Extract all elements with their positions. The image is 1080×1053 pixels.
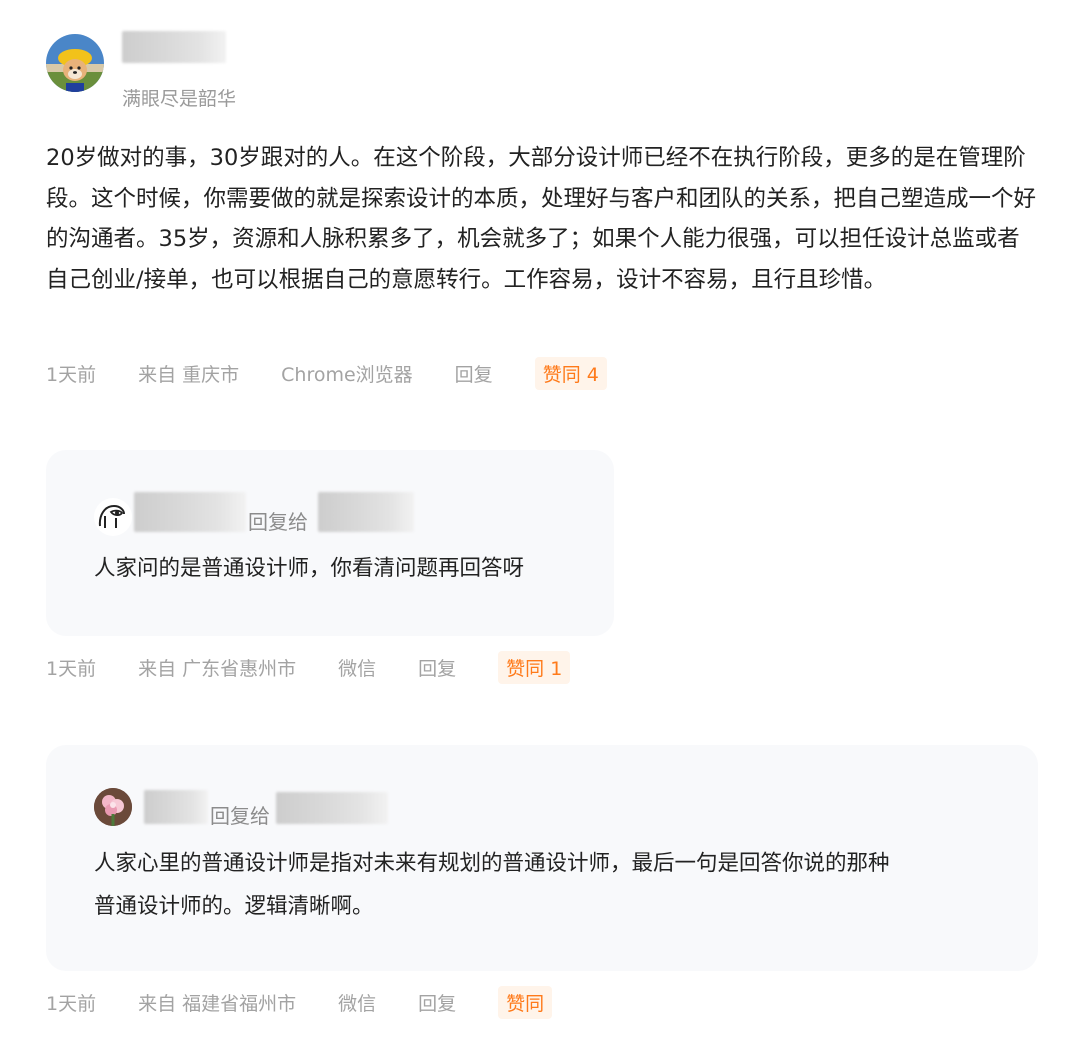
like-button[interactable]: 赞同 4 (534, 356, 607, 390)
comment-meta: 1天前 来自 重庆市 Chrome浏览器 回复 赞同 4 (46, 356, 607, 390)
like-button[interactable]: 赞同 1 (498, 650, 571, 684)
username-redacted[interactable] (122, 31, 226, 63)
reply-target-name-redacted[interactable] (276, 792, 388, 824)
reply-target-name-redacted[interactable] (318, 492, 414, 532)
reply-location: 来自 广东省惠州市 (138, 657, 297, 680)
replier-name-redacted[interactable] (134, 492, 246, 532)
reply-text-line: 普通设计师的。逻辑清晰啊。 (94, 894, 374, 919)
reply-meta: 1天前 来自 广东省惠州市 微信 回复 赞同 1 (46, 650, 571, 684)
reply-button[interactable]: 回复 (455, 360, 493, 387)
comment-location: 来自 重庆市 (138, 363, 240, 386)
user-signature: 满眼尽是韶华 (122, 88, 237, 110)
reply-time: 1天前 (46, 992, 97, 1015)
reply-button[interactable]: 回复 (418, 654, 456, 681)
sketch-face-avatar-icon[interactable] (94, 498, 132, 536)
reply-meta: 1天前 来自 福建省福州市 微信 回复 赞同 (46, 985, 553, 1019)
reply-client: 微信 (338, 657, 377, 680)
reply-location: 来自 福建省福州市 (138, 992, 297, 1015)
reply-time: 1天前 (46, 657, 97, 680)
reply-text: 人家问的是普通设计师，你看清问题再回答呀 (94, 556, 525, 581)
reply-card (46, 450, 614, 636)
like-button[interactable]: 赞同 (498, 985, 553, 1019)
flower-avatar-icon[interactable] (94, 788, 132, 826)
replier-name-redacted[interactable] (144, 790, 208, 824)
reply-to-label: 回复给 (210, 804, 270, 828)
dog-avatar-icon[interactable] (46, 34, 104, 92)
reply-button[interactable]: 回复 (418, 989, 456, 1016)
reply-text-line: 人家心里的普通设计师是指对未来有规划的普通设计师，最后一句是回答你说的那种 (94, 851, 890, 876)
reply-client: 微信 (338, 992, 377, 1015)
comment-body: 20岁做对的事，30岁跟对的人。在这个阶段，大部分设计师已经不在执行阶段，更多的… (46, 145, 1037, 293)
comment-time: 1天前 (46, 363, 97, 386)
reply-text: 人家心里的普通设计师是指对未来有规划的普通设计师，最后一句是回答你说的那种 普通… (94, 842, 890, 928)
reply-to-label: 回复给 (248, 510, 308, 534)
comment-client: Chrome浏览器 (281, 363, 413, 386)
